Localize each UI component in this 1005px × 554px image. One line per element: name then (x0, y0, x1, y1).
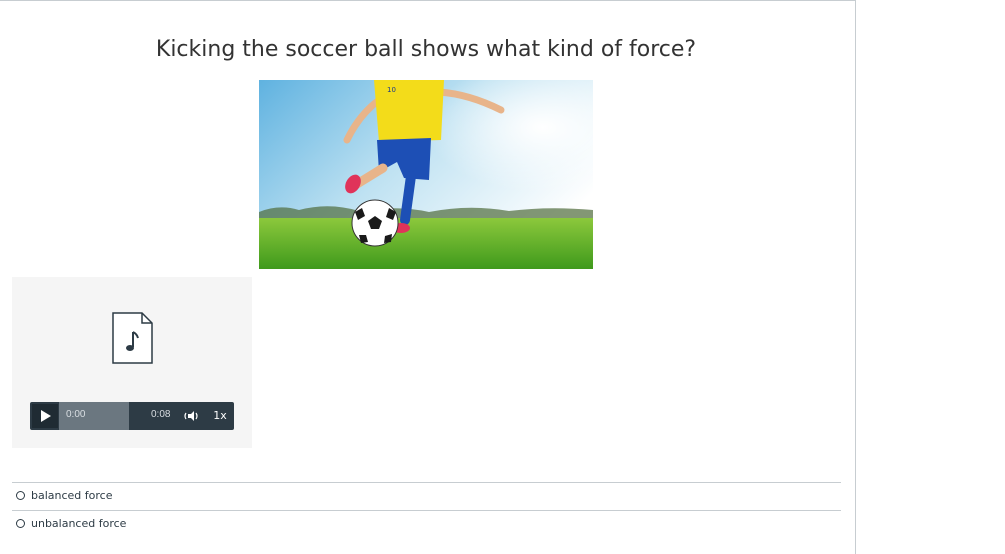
jersey-number: 10 (387, 86, 396, 94)
soccer-photo: 10 (259, 80, 593, 269)
audio-file-icon (112, 312, 153, 364)
radio-button[interactable] (16, 519, 25, 528)
question-title: Kicking the soccer ball shows what kind … (155, 37, 697, 62)
audio-attachment: 0:00 0:08 1x (12, 277, 252, 448)
answer-option[interactable]: unbalanced force (12, 510, 841, 538)
answer-label: balanced force (31, 489, 113, 502)
play-button[interactable] (32, 404, 58, 428)
volume-button[interactable] (180, 404, 206, 428)
playback-speed-button[interactable]: 1x (208, 402, 232, 430)
play-icon (41, 410, 51, 422)
radio-button[interactable] (16, 491, 25, 500)
audio-player: 0:00 0:08 1x (30, 402, 234, 430)
answer-option[interactable]: balanced force (12, 482, 841, 510)
total-time: 0:08 (151, 409, 171, 420)
current-time: 0:00 (66, 409, 86, 420)
answer-label: unbalanced force (31, 517, 127, 530)
volume-icon (184, 411, 198, 421)
answer-list: balanced force unbalanced force (12, 482, 841, 538)
